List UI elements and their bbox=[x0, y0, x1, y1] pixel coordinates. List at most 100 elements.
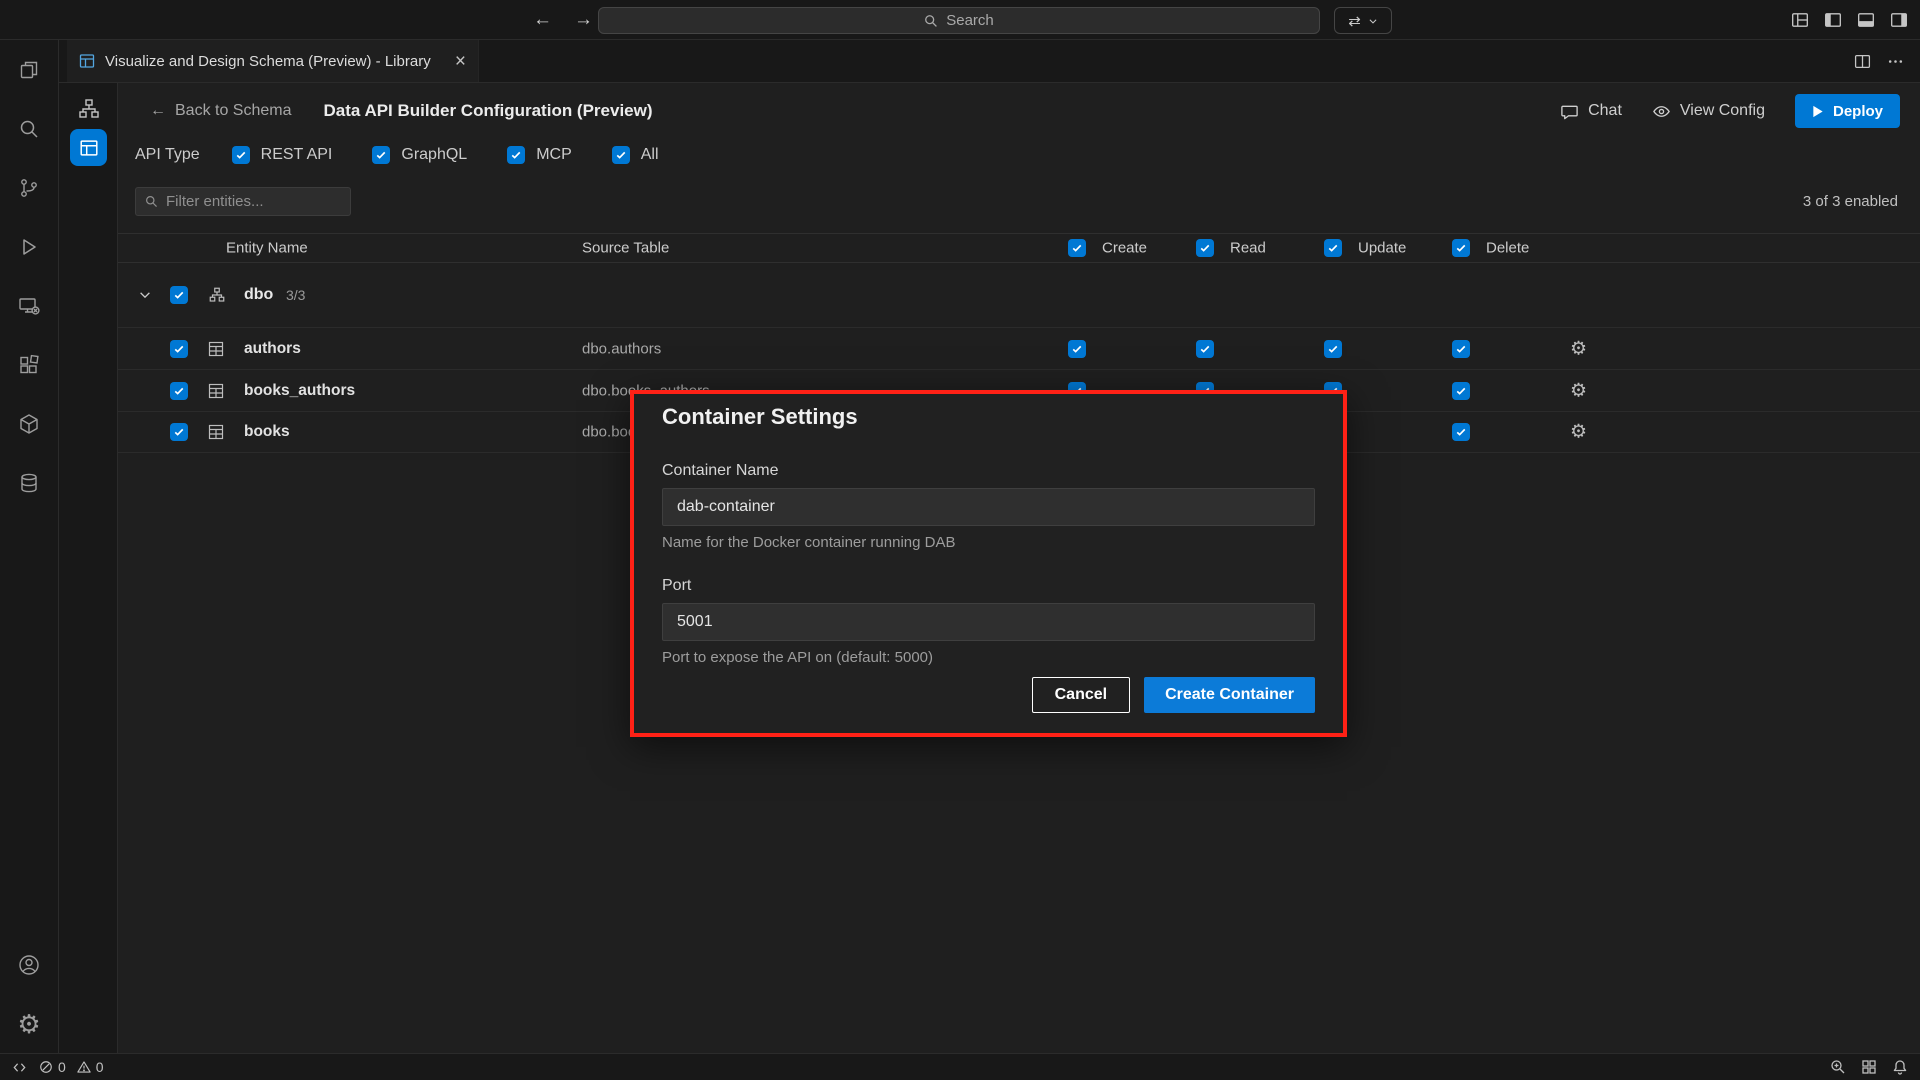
more-actions-icon[interactable] bbox=[1887, 53, 1904, 70]
settings-gear-icon[interactable]: ⚙ bbox=[0, 994, 59, 1053]
container-name-help: Name for the Docker container running DA… bbox=[662, 534, 1315, 551]
toggle-primary-sidebar-icon[interactable] bbox=[1824, 11, 1842, 29]
chat-label: Chat bbox=[1588, 102, 1622, 120]
row-enabled-checkbox[interactable] bbox=[170, 423, 188, 441]
history-navigation: ← → bbox=[533, 0, 593, 40]
port-input[interactable] bbox=[662, 603, 1315, 641]
rest-api-checkbox[interactable] bbox=[232, 146, 250, 164]
row-enabled-checkbox[interactable] bbox=[170, 382, 188, 400]
table-row-authors: authors dbo.authors ⚙ bbox=[118, 327, 1920, 369]
delete-checkbox[interactable] bbox=[1452, 340, 1470, 358]
deploy-button[interactable]: Deploy bbox=[1795, 94, 1900, 128]
source-control-icon[interactable] bbox=[0, 158, 59, 217]
command-center-search[interactable]: Search bbox=[598, 7, 1320, 34]
chevron-down-icon bbox=[1368, 16, 1378, 26]
chat-button[interactable]: Chat bbox=[1560, 102, 1622, 121]
database-icon[interactable] bbox=[0, 453, 59, 512]
search-sidebar-icon[interactable] bbox=[0, 99, 59, 158]
table-grid-icon bbox=[208, 383, 224, 399]
tab-title: Visualize and Design Schema (Preview) - … bbox=[105, 53, 445, 70]
create-container-button[interactable]: Create Container bbox=[1144, 677, 1315, 713]
all-checkbox[interactable] bbox=[612, 146, 630, 164]
source-table-header: Source Table bbox=[582, 240, 669, 257]
title-bar: ← → Search ⇄ bbox=[0, 0, 1920, 40]
entity-name: books bbox=[244, 423, 290, 441]
entity-settings-gear-icon[interactable]: ⚙ bbox=[1570, 423, 1587, 442]
entity-name: books_authors bbox=[244, 382, 355, 400]
vscode-window: ← → Search ⇄ bbox=[0, 0, 1920, 1080]
notifications-bell-icon[interactable] bbox=[1892, 1059, 1908, 1075]
close-icon[interactable]: × bbox=[455, 52, 466, 71]
account-icon[interactable] bbox=[0, 935, 59, 994]
zoom-icon[interactable] bbox=[1830, 1059, 1846, 1075]
grid-icon[interactable] bbox=[1861, 1059, 1877, 1075]
extensions-icon[interactable] bbox=[0, 335, 59, 394]
toggle-secondary-sidebar-icon[interactable] bbox=[1890, 11, 1908, 29]
filter-entities-input[interactable] bbox=[166, 193, 365, 210]
chevron-down-icon[interactable] bbox=[138, 288, 152, 302]
remote-indicator-icon[interactable] bbox=[12, 1060, 27, 1075]
container-name-input[interactable] bbox=[662, 488, 1315, 526]
eye-icon bbox=[1652, 102, 1671, 121]
select-all-delete-checkbox[interactable] bbox=[1452, 239, 1470, 257]
explorer-icon[interactable] bbox=[0, 40, 59, 99]
table-grid-icon bbox=[208, 341, 224, 357]
status-bar: 0 0 bbox=[0, 1053, 1920, 1080]
connections-disconnected-icon[interactable] bbox=[0, 276, 59, 335]
run-debug-icon[interactable] bbox=[0, 217, 59, 276]
group-enabled-checkbox[interactable] bbox=[170, 286, 188, 304]
forward-arrow-icon[interactable]: → bbox=[574, 9, 593, 31]
status-bar-left: 0 0 bbox=[12, 1059, 104, 1075]
select-all-read-checkbox[interactable] bbox=[1196, 239, 1214, 257]
select-all-create-checkbox[interactable] bbox=[1068, 239, 1086, 257]
api-option-graphql: GraphQL bbox=[372, 146, 467, 164]
delete-header: Delete bbox=[1486, 240, 1529, 257]
entity-source: dbo.authors bbox=[582, 340, 661, 357]
back-arrow-icon[interactable]: ← bbox=[533, 9, 552, 31]
update-header: Update bbox=[1358, 240, 1406, 257]
errors-count: 0 bbox=[58, 1059, 66, 1075]
tab-icon bbox=[79, 53, 95, 69]
warnings-icon bbox=[77, 1060, 91, 1074]
schema-icon bbox=[208, 286, 226, 304]
mcp-checkbox[interactable] bbox=[507, 146, 525, 164]
dialog-title: Container Settings bbox=[662, 404, 1315, 430]
back-arrow-icon: ← bbox=[150, 102, 166, 120]
toggle-panel-icon[interactable] bbox=[1857, 11, 1875, 29]
entity-table-header: Entity Name Source Table Create Read Upd… bbox=[118, 233, 1920, 263]
customize-layout-icon[interactable] bbox=[1791, 11, 1809, 29]
errors-icon bbox=[39, 1060, 53, 1074]
dab-config-view-icon[interactable] bbox=[70, 129, 107, 166]
delete-checkbox[interactable] bbox=[1452, 423, 1470, 441]
filter-entities-box bbox=[135, 187, 351, 216]
deploy-label: Deploy bbox=[1833, 103, 1883, 120]
split-editor-icon[interactable] bbox=[1854, 53, 1871, 70]
create-header: Create bbox=[1102, 240, 1147, 257]
delete-checkbox[interactable] bbox=[1452, 382, 1470, 400]
tab-visualize-design-schema[interactable]: Visualize and Design Schema (Preview) - … bbox=[67, 40, 479, 82]
update-checkbox[interactable] bbox=[1324, 340, 1342, 358]
entity-settings-gear-icon[interactable]: ⚙ bbox=[1570, 381, 1587, 400]
back-to-schema-label: Back to Schema bbox=[175, 102, 292, 120]
status-bar-right bbox=[1830, 1059, 1908, 1075]
container-name-label: Container Name bbox=[662, 462, 1315, 480]
graphql-checkbox[interactable] bbox=[372, 146, 390, 164]
entity-settings-gear-icon[interactable]: ⚙ bbox=[1570, 339, 1587, 358]
extension-mini-sidebar bbox=[59, 83, 118, 1053]
select-all-update-checkbox[interactable] bbox=[1324, 239, 1342, 257]
enabled-summary: 3 of 3 enabled bbox=[1803, 193, 1898, 210]
api-type-row: API Type REST API GraphQL MCP All bbox=[135, 140, 699, 170]
read-checkbox[interactable] bbox=[1196, 340, 1214, 358]
view-config-button[interactable]: View Config bbox=[1652, 102, 1765, 121]
schema-designer-icon[interactable] bbox=[59, 97, 118, 121]
problems-indicator[interactable]: 0 0 bbox=[39, 1059, 104, 1075]
session-dropdown-button[interactable]: ⇄ bbox=[1334, 7, 1392, 34]
row-enabled-checkbox[interactable] bbox=[170, 340, 188, 358]
schema-group-row: dbo 3/3 bbox=[118, 263, 1920, 327]
activity-bar: ⚙ bbox=[0, 40, 59, 1053]
create-checkbox[interactable] bbox=[1068, 340, 1086, 358]
package-cube-icon[interactable] bbox=[0, 394, 59, 453]
entity-name-header: Entity Name bbox=[226, 240, 308, 257]
back-to-schema-link[interactable]: ← Back to Schema bbox=[150, 102, 292, 120]
cancel-button[interactable]: Cancel bbox=[1032, 677, 1130, 713]
